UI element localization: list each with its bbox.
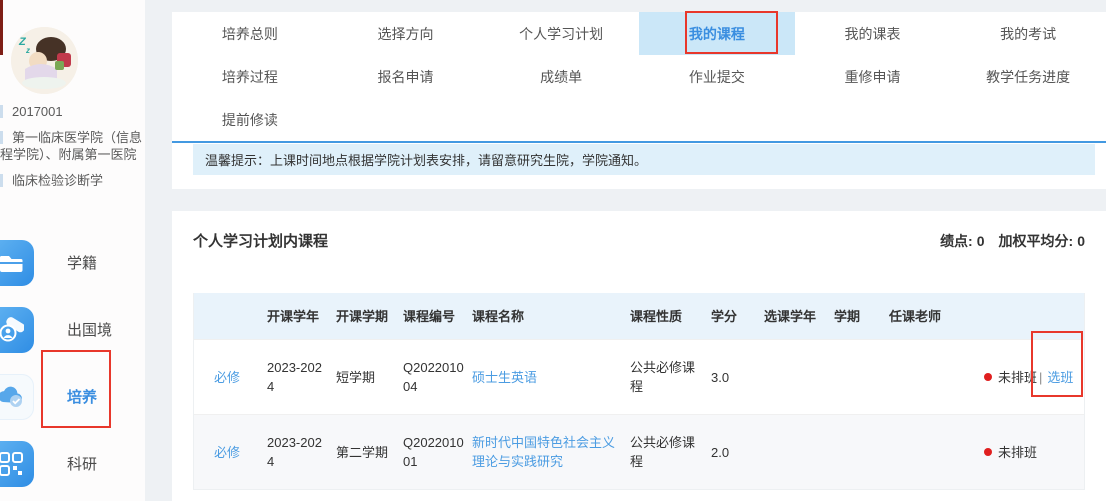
- sidebar: Z z 2017001 第一临床医学院（信息 程学院）、附属第一医院 临床检验诊…: [0, 0, 145, 501]
- select-class-link[interactable]: 选班: [1047, 368, 1073, 387]
- course-term: 短学期: [336, 368, 403, 387]
- col-term: 开课学期: [336, 307, 403, 326]
- table-row: 必修 2023-2024 短学期 Q202201004 硕士生英语 公共必修课程…: [194, 339, 1084, 414]
- tab-tiqian-xiudu[interactable]: 提前修读: [172, 98, 328, 141]
- col-code: 课程编号: [403, 307, 472, 326]
- major-name: 临床检验诊断学: [0, 172, 145, 189]
- gpa-stat: 绩点:0: [940, 231, 984, 251]
- tab-jiaoxue-renwu-jindu[interactable]: 教学任务进度: [950, 55, 1106, 98]
- sidebar-item-chuguojing[interactable]: 出国境: [0, 296, 145, 363]
- top-nav-card: 培养总则 选择方向 个人学习计划 我的课程 我的课表 我的考试 培养过程 报名申…: [172, 12, 1106, 189]
- student-id: 2017001: [0, 103, 145, 120]
- tab-wode-kaoshi[interactable]: 我的考试: [950, 12, 1106, 55]
- tab-bar: 培养总则 选择方向 个人学习计划 我的课程 我的课表 我的考试 培养过程 报名申…: [172, 12, 1106, 143]
- status-text: 未排班: [998, 368, 1037, 387]
- course-status-cell: 未排班 | 选班: [984, 368, 1084, 387]
- sidebar-item-label: 科研: [67, 453, 97, 474]
- course-type: 必修: [214, 443, 267, 462]
- section-title: 个人学习计划内课程: [193, 230, 328, 251]
- status-dot-icon: [984, 373, 992, 381]
- col-year: 开课学年: [267, 307, 336, 326]
- tab-wode-kecheng[interactable]: 我的课程: [639, 12, 795, 55]
- avatar[interactable]: Z z: [11, 27, 78, 94]
- sidebar-item-label: 培养: [67, 386, 97, 407]
- course-code: Q202201004: [403, 358, 472, 396]
- passport-icon: [0, 307, 34, 353]
- course-name-link[interactable]: 新时代中国特色社会主义理论与实践研究: [472, 433, 630, 471]
- svg-text:z: z: [25, 46, 30, 55]
- tab-chengjidan[interactable]: 成绩单: [483, 55, 639, 98]
- tab-baoming-shenqing[interactable]: 报名申请: [328, 55, 484, 98]
- course-code: Q202201001: [403, 433, 472, 471]
- tab-zuoye-tijiao[interactable]: 作业提交: [639, 55, 795, 98]
- qrcode-icon: [0, 441, 34, 487]
- info-bullet-bar: [0, 131, 3, 144]
- course-table: 开课学年 开课学期 课程编号 课程名称 课程性质 学分 选课学年 学期 任课老师…: [193, 293, 1085, 490]
- gpa-value: 0: [977, 233, 985, 249]
- cloud-icon: [0, 374, 34, 420]
- col-name: 课程名称: [472, 307, 630, 326]
- sidebar-item-keyan[interactable]: 科研: [0, 430, 145, 497]
- info-bullet-bar: [0, 105, 3, 118]
- folder-icon: [0, 240, 34, 286]
- status-dot-icon: [984, 448, 992, 456]
- col-select-year: 选课学年: [764, 307, 834, 326]
- col-credit: 学分: [711, 307, 764, 326]
- table-row: 必修 2023-2024 第二学期 Q202201001 新时代中国特色社会主义…: [194, 414, 1084, 489]
- sidebar-item-peiyang[interactable]: 培养: [0, 363, 145, 430]
- sidebar-item-xueji[interactable]: 学籍: [0, 229, 145, 296]
- course-credit: 3.0: [711, 368, 764, 387]
- col-teacher: 任课老师: [889, 307, 984, 326]
- course-plan-card: 个人学习计划内课程 绩点:0 加权平均分:0 开课学年 开课学期 课程编号 课程…: [172, 211, 1106, 501]
- profile-info: 2017001 第一临床医学院（信息 程学院）、附属第一医院 临床检验诊断学: [0, 103, 145, 189]
- college-name: 第一临床医学院（信息 程学院）、附属第一医院: [0, 129, 145, 163]
- course-status-cell: 未排班: [984, 443, 1084, 462]
- weighted-avg-stat: 加权平均分:0: [999, 231, 1085, 251]
- course-term: 第二学期: [336, 443, 403, 462]
- tab-xuanze-fangxiang[interactable]: 选择方向: [328, 12, 484, 55]
- col-select-term: 学期: [834, 307, 889, 326]
- annotation-edge-strip: [0, 0, 3, 55]
- tab-chongxiu-shenqing[interactable]: 重修申请: [795, 55, 951, 98]
- tab-wode-kebiao[interactable]: 我的课表: [795, 12, 951, 55]
- weighted-avg-value: 0: [1077, 233, 1085, 249]
- course-nature: 公共必修课程: [630, 433, 711, 471]
- course-year: 2023-2024: [267, 433, 336, 471]
- tab-peiyang-zongze[interactable]: 培养总则: [172, 12, 328, 55]
- avatar-illustration: Z z: [11, 27, 78, 94]
- sidebar-item-label: 出国境: [67, 319, 112, 340]
- notice-banner: 温馨提示：上课时间地点根据学院计划表安排，请留意研究生院，学院通知。: [193, 144, 1095, 175]
- course-year: 2023-2024: [267, 358, 336, 396]
- sidebar-item-label: 学籍: [67, 252, 97, 273]
- status-text: 未排班: [998, 443, 1037, 462]
- course-credit: 2.0: [711, 443, 764, 462]
- col-nature: 课程性质: [630, 307, 711, 326]
- table-header-row: 开课学年 开课学期 课程编号 课程名称 课程性质 学分 选课学年 学期 任课老师: [194, 293, 1084, 339]
- status-separator: |: [1039, 368, 1042, 387]
- course-name-link[interactable]: 硕士生英语: [472, 368, 630, 387]
- sidebar-menu: 学籍 出国境 培养: [0, 229, 145, 497]
- tab-geren-xuexi-jihua[interactable]: 个人学习计划: [483, 12, 639, 55]
- tab-peiyang-guocheng[interactable]: 培养过程: [172, 55, 328, 98]
- section-header: 个人学习计划内课程 绩点:0 加权平均分:0: [172, 211, 1106, 251]
- course-type: 必修: [214, 368, 267, 387]
- info-bullet-bar: [0, 174, 3, 187]
- score-stats: 绩点:0 加权平均分:0: [940, 231, 1085, 251]
- course-nature: 公共必修课程: [630, 358, 711, 396]
